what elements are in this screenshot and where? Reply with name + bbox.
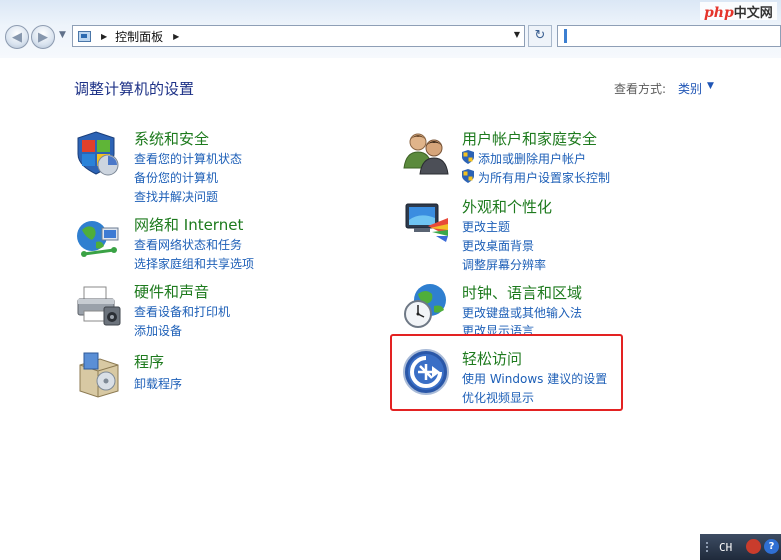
back-arrow-icon: ◀ <box>12 29 22 45</box>
link-change-theme[interactable]: 更改主题 <box>462 218 510 235</box>
network-globe-icon <box>77 221 119 257</box>
link-devices-printers[interactable]: 查看设备和打印机 <box>134 303 230 320</box>
watermark-logo: php中文网 <box>700 2 777 21</box>
link-parental-controls[interactable]: 为所有用户设置家长控制 <box>478 169 610 186</box>
monitor-personalize-icon <box>405 203 448 242</box>
chevron-down-icon[interactable]: ▼ <box>707 81 714 91</box>
watermark-brand: php <box>704 5 734 21</box>
breadcrumb-control-panel[interactable]: 控制面板 <box>115 28 163 45</box>
link-uninstall-program[interactable]: 卸载程序 <box>134 375 182 392</box>
breadcrumb-separator-icon[interactable]: ▶ <box>173 32 179 41</box>
recent-pages-dropdown-icon[interactable]: ▼ <box>59 30 66 40</box>
link-change-keyboard-input[interactable]: 更改键盘或其他输入法 <box>462 304 582 321</box>
refresh-icon: ↻ <box>534 28 546 43</box>
category-title[interactable]: 时钟、语言和区域 <box>462 282 582 303</box>
link-screen-resolution[interactable]: 调整屏幕分辨率 <box>462 256 546 273</box>
text-cursor <box>564 29 567 43</box>
language-indicator[interactable]: CH <box>719 541 732 554</box>
back-button[interactable]: ◀ <box>5 25 29 49</box>
link-troubleshoot[interactable]: 查找并解决问题 <box>134 188 218 205</box>
help-icon[interactable]: ? <box>764 539 779 554</box>
control-panel-icon <box>78 30 91 42</box>
tray-grip-icon <box>706 542 716 552</box>
address-dropdown-icon[interactable]: ▼ <box>514 30 520 39</box>
uac-shield-icon <box>462 169 474 183</box>
link-view-network-status[interactable]: 查看网络状态和任务 <box>134 236 242 253</box>
category-title[interactable]: 程序 <box>134 351 164 372</box>
input-method-icon[interactable] <box>746 539 761 554</box>
forward-arrow-icon: ▶ <box>38 29 48 45</box>
view-by-label: 查看方式: <box>614 82 667 96</box>
view-by-dropdown[interactable]: 类别 <box>678 80 702 97</box>
category-system-security: 系统和安全 查看您的计算机状态 备份您的计算机 查找并解决问题 <box>74 128 324 208</box>
category-programs: 程序 卸载程序 <box>74 351 324 401</box>
link-add-device[interactable]: 添加设备 <box>134 322 182 339</box>
printer-icon <box>77 286 121 326</box>
programs-box-icon <box>79 352 119 398</box>
category-title[interactable]: 用户帐户和家庭安全 <box>462 128 597 149</box>
link-backup-computer[interactable]: 备份您的计算机 <box>134 169 218 186</box>
shield-windows-icon <box>77 131 119 176</box>
search-input[interactable] <box>557 25 781 47</box>
category-network-internet: 网络和 Internet 查看网络状态和任务 选择家庭组和共享选项 <box>74 214 324 274</box>
category-appearance-personalization: 外观和个性化 更改主题 更改桌面背景 调整屏幕分辨率 <box>402 196 662 276</box>
category-hardware-sound: 硬件和声音 查看设备和打印机 添加设备 <box>74 281 324 341</box>
link-add-remove-accounts[interactable]: 添加或删除用户帐户 <box>478 150 586 167</box>
refresh-button[interactable]: ↻ <box>528 25 552 47</box>
link-desktop-background[interactable]: 更改桌面背景 <box>462 237 534 254</box>
highlight-annotation <box>390 334 623 411</box>
category-user-accounts: 用户帐户和家庭安全 添加或删除用户帐户 为所有用户设置家长控制 <box>402 128 662 188</box>
link-homegroup-sharing[interactable]: 选择家庭组和共享选项 <box>134 255 254 272</box>
clock-globe-icon <box>404 284 446 328</box>
category-clock-language-region: 时钟、语言和区域 更改键盘或其他输入法 更改显示语言 <box>402 282 662 342</box>
address-bar[interactable]: ▶ 控制面板 ▶ ▼ <box>72 25 525 47</box>
breadcrumb-separator-icon[interactable]: ▶ <box>101 32 107 41</box>
category-title[interactable]: 系统和安全 <box>134 128 209 149</box>
forward-button[interactable]: ▶ <box>31 25 55 49</box>
users-icon <box>403 133 449 175</box>
page-title: 调整计算机的设置 <box>74 80 195 98</box>
category-title[interactable]: 硬件和声音 <box>134 281 209 302</box>
link-view-computer-status[interactable]: 查看您的计算机状态 <box>134 150 242 167</box>
navigation-bar: ◀ ▶ ▼ ▶ 控制面板 ▶ ▼ ↻ php中文网 <box>0 0 781 58</box>
category-title[interactable]: 外观和个性化 <box>462 196 552 217</box>
watermark-site: 中文网 <box>733 6 773 21</box>
uac-shield-icon <box>462 150 474 164</box>
category-title[interactable]: 网络和 Internet <box>134 214 243 235</box>
